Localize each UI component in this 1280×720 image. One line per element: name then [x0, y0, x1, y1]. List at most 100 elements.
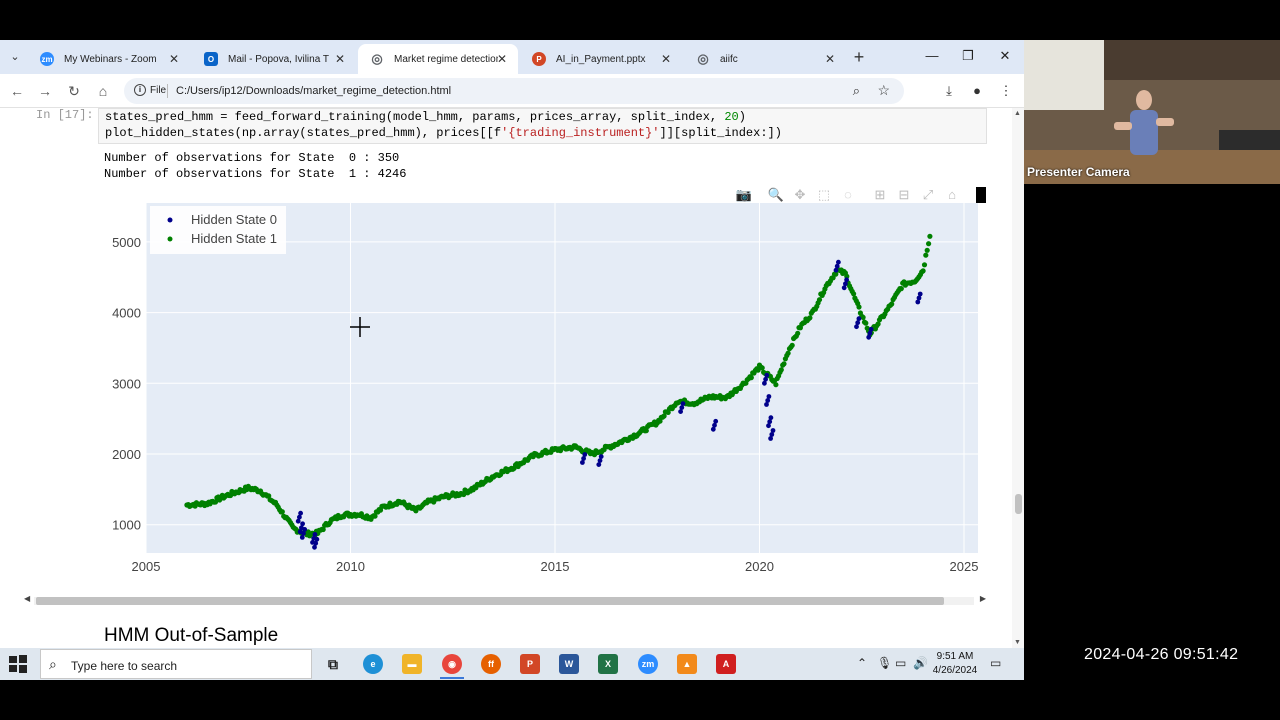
crosshair-cursor-icon: [350, 317, 370, 337]
file-explorer-icon[interactable]: ▬: [402, 654, 422, 674]
state-0-point: [598, 454, 604, 459]
chevron-up-icon[interactable]: ⌃: [857, 656, 867, 670]
new-tab-button[interactable]: +: [849, 47, 869, 67]
site-label: File: [150, 84, 167, 96]
edge-icon[interactable]: e: [363, 654, 383, 674]
state-0-point: [314, 536, 320, 542]
site-info[interactable]: i File: [134, 84, 166, 96]
state-1-point: [856, 304, 862, 310]
zoom-icon: zm: [40, 52, 54, 66]
outlook-icon: O: [204, 52, 218, 66]
close-icon[interactable]: ✕: [166, 51, 182, 67]
recording-timestamp: 2024-04-26 09:51:42: [1084, 646, 1239, 663]
state-0-point: [768, 415, 774, 421]
close-window-button[interactable]: ✕: [997, 48, 1013, 64]
tab-mail[interactable]: O Mail - Popova, Ivilina T - ✕: [192, 44, 356, 74]
back-button[interactable]: ←: [8, 82, 26, 100]
close-icon[interactable]: ✕: [822, 51, 838, 67]
x-tick-label: 2025: [950, 559, 979, 574]
state-1-point: [927, 233, 933, 239]
scroll-thumb[interactable]: [36, 597, 944, 605]
state-1-point: [923, 252, 929, 258]
y-tick-label: 3000: [112, 376, 141, 391]
close-icon[interactable]: ✕: [332, 51, 348, 67]
close-icon[interactable]: ✕: [658, 51, 674, 67]
legend[interactable]: Hidden State 0 Hidden State 1: [150, 206, 286, 254]
state-1-point: [778, 367, 784, 373]
state-0-point: [917, 291, 923, 297]
network-icon[interactable]: ▭: [895, 656, 906, 670]
excel-icon[interactable]: X: [598, 654, 618, 674]
state-0-point: [300, 521, 305, 527]
word-icon[interactable]: W: [559, 654, 579, 674]
info-icon: i: [134, 84, 146, 96]
scroll-up-icon[interactable]: ▲: [1014, 110, 1021, 117]
zoom-app-icon[interactable]: zm: [638, 654, 658, 674]
vertical-scrollbar[interactable]: ▲ ▼: [1012, 108, 1024, 648]
firefox-icon[interactable]: ff: [481, 654, 501, 674]
restore-button[interactable]: ❐: [960, 48, 976, 64]
cell-output: Number of observations for State 0 : 350…: [104, 150, 406, 182]
cell-prompt: In [17]:: [36, 108, 94, 122]
volume-icon[interactable]: 🔊: [913, 656, 928, 670]
notebook-content: In [17]: states_pred_hmm = feed_forward_…: [0, 108, 1012, 648]
state-0-point: [680, 401, 686, 406]
state-1-point: [748, 375, 754, 381]
scroll-right-icon[interactable]: ▶: [980, 594, 986, 603]
windows-start-icon[interactable]: [8, 654, 28, 674]
close-icon[interactable]: ✕: [494, 51, 510, 67]
profile-icon[interactable]: ●: [968, 82, 986, 100]
tab-market-regime[interactable]: ◎ Market regime detection ✕: [358, 44, 518, 74]
state-0-point: [298, 510, 303, 516]
zoom-icon[interactable]: ⌕: [853, 83, 860, 99]
tab-zoom-webinars[interactable]: zm My Webinars - Zoom ✕: [28, 44, 190, 74]
scroll-left-icon[interactable]: ◀: [24, 594, 30, 603]
powerpoint-icon: P: [532, 52, 546, 66]
code-cell[interactable]: states_pred_hmm = feed_forward_training(…: [98, 108, 987, 144]
legend-marker-state-1: [167, 236, 173, 242]
state-1-point: [863, 320, 869, 326]
task-view-icon[interactable]: ⧉: [323, 654, 343, 674]
reload-button[interactable]: ↻: [65, 82, 83, 100]
minimize-button[interactable]: —: [924, 48, 940, 64]
legend-label-state-1[interactable]: Hidden State 1: [191, 231, 277, 246]
url-text[interactable]: C:/Users/ip12/Downloads/market_regime_de…: [176, 85, 451, 97]
state-0-point: [764, 372, 770, 378]
download-icon[interactable]: ⤓: [940, 82, 958, 100]
tab-aiifc[interactable]: ◎ aiifc ✕: [684, 44, 846, 74]
hidden-states-chart[interactable]: 2005 2010 2015 2020 2025 1000 2000 3000 4000 5000…: [0, 188, 1012, 608]
state-1-point: [860, 314, 866, 320]
taskbar-search[interactable]: ⌕ Type here to search: [40, 649, 312, 679]
x-tick-label: 2010: [336, 559, 365, 574]
code-line: states_pred_hmm = feed_forward_training(…: [105, 110, 746, 124]
home-button[interactable]: ⌂: [94, 82, 112, 100]
acrobat-icon[interactable]: A: [716, 654, 736, 674]
menu-icon[interactable]: ⋮: [997, 82, 1015, 100]
state-0-point: [844, 277, 849, 283]
bookmark-star-icon[interactable]: ☆: [877, 82, 890, 99]
state-0-point: [713, 418, 719, 424]
tab-search-dropdown-icon[interactable]: ⌄: [6, 48, 24, 66]
scroll-thumb[interactable]: [1015, 494, 1022, 514]
tab-ai-in-payment[interactable]: P AI_in_Payment.pptx ✕: [520, 44, 682, 74]
state-1-point: [889, 301, 895, 307]
taskbar-clock[interactable]: 9:51 AM 4/26/2024: [930, 650, 980, 678]
url-box[interactable]: i File C:/Users/ip12/Downloads/market_re…: [124, 78, 904, 104]
x-tick-label: 2005: [132, 559, 161, 574]
forward-button[interactable]: →: [36, 82, 54, 100]
chrome-icon[interactable]: ◉: [442, 654, 462, 674]
globe-icon: ◎: [697, 51, 709, 66]
microphone-icon[interactable]: 🎙: [877, 656, 892, 670]
tab-title: Mail - Popova, Ivilina T -: [228, 53, 332, 65]
state-1-point: [785, 350, 791, 356]
legend-label-state-0[interactable]: Hidden State 0: [191, 212, 277, 227]
x-tick-label: 2015: [541, 559, 570, 574]
tab-title: aiifc: [720, 53, 738, 65]
powerpoint-icon[interactable]: P: [520, 654, 540, 674]
vlc-icon[interactable]: ▲: [677, 654, 697, 674]
state-0-point: [836, 259, 841, 265]
state-0-point: [312, 532, 318, 537]
scroll-down-icon[interactable]: ▼: [1014, 639, 1021, 646]
horizontal-scrollbar[interactable]: ◀ ▶: [24, 594, 986, 606]
notification-icon[interactable]: ▭: [990, 656, 1001, 670]
